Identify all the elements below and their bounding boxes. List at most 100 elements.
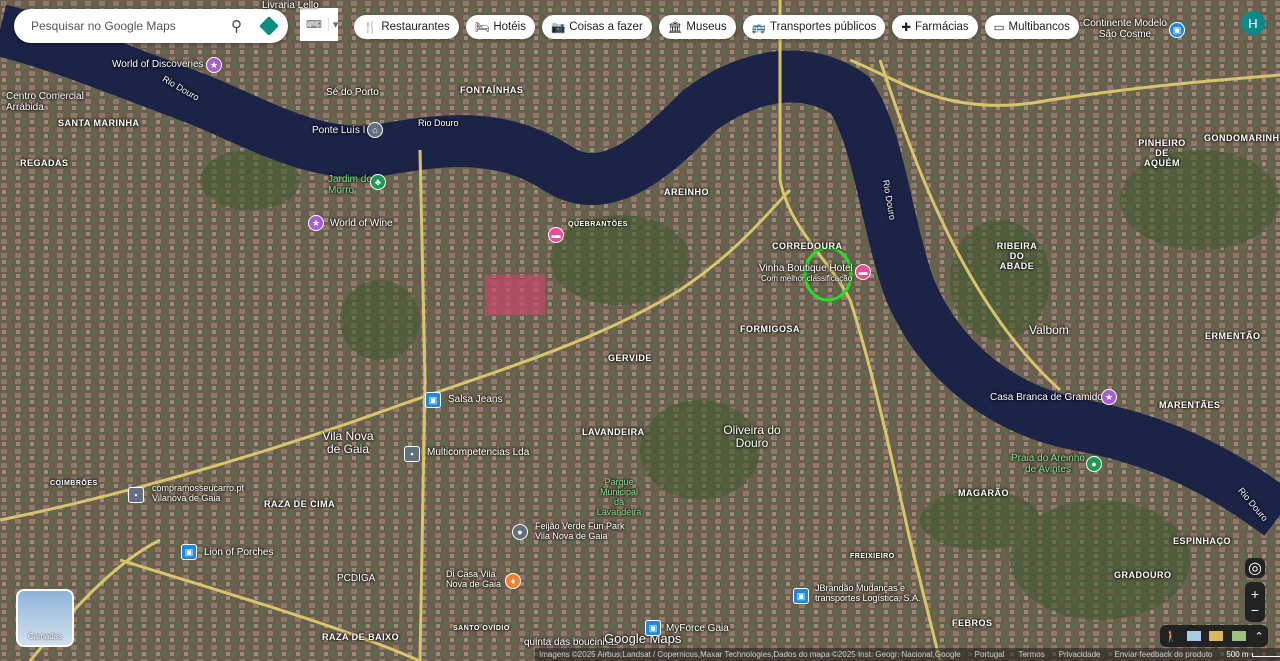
- shop-pin-icon[interactable]: ♦: [505, 573, 521, 589]
- chip-transit[interactable]: 🚌 Transportes públicos: [742, 15, 886, 39]
- feedback-link[interactable]: Enviar feedback do produto: [1115, 650, 1213, 659]
- map-label: ERMENTÃO: [1205, 331, 1261, 341]
- zoom-out-button[interactable]: −: [1251, 602, 1259, 618]
- map-label[interactable]: Ponte Luís I: [312, 125, 365, 136]
- shop-pin-icon[interactable]: ▣: [181, 544, 197, 560]
- map-label: GERVIDE: [608, 353, 652, 363]
- map-label[interactable]: World of Wine: [330, 218, 393, 229]
- category-chips: 🍴 Restaurantes 🛏 Hotéis 📷 Coisas a fazer 🏛 M…: [354, 15, 1079, 39]
- business-pin-icon[interactable]: ▪: [404, 446, 420, 462]
- city-label: Vila Nova de Gaia: [322, 429, 374, 457]
- search-icon[interactable]: ⚲: [231, 17, 242, 35]
- chip-things-to-do[interactable]: 📷 Coisas a fazer: [541, 15, 652, 39]
- directions-icon[interactable]: [259, 16, 279, 36]
- chip-label: Hotéis: [493, 21, 526, 33]
- layers-button[interactable]: Camadas: [16, 589, 74, 647]
- bottom-toolbar: 🚶 ⌃: [1160, 625, 1268, 647]
- map-label[interactable]: PCDIGA: [337, 573, 375, 584]
- chip-museums[interactable]: 🏛 Museus: [658, 15, 736, 39]
- map-label: PINHEIRO DE AQUÉM: [1138, 138, 1186, 168]
- map-label[interactable]: Livraria Lello: [262, 0, 319, 11]
- search-input[interactable]: Pesquisar no Google Maps: [31, 19, 231, 33]
- atm-icon: ▭: [993, 22, 1005, 34]
- map-label: FEBROS: [952, 618, 993, 628]
- account-avatar[interactable]: H: [1241, 11, 1265, 35]
- map-label[interactable]: Casa Branca de Gramido: [990, 392, 1103, 403]
- footer-bar: Imagens ©2025 Airbus,Landsat / Copernicu…: [535, 648, 1280, 661]
- park-label[interactable]: Praia do Areinho de Avintes: [1008, 453, 1088, 475]
- chip-restaurants[interactable]: 🍴 Restaurantes: [354, 15, 459, 39]
- attribution: Imagens ©2025 Airbus,Landsat / Copernicu…: [539, 650, 961, 659]
- map-label: GRADOURO: [1114, 570, 1172, 580]
- my-location-button[interactable]: ◎: [1245, 558, 1265, 578]
- map-label: AREINHO: [664, 187, 710, 197]
- attraction-pin-icon[interactable]: ★: [308, 215, 324, 231]
- terms-link[interactable]: Termos: [1018, 650, 1044, 659]
- map-label: CORREDOURA: [772, 241, 843, 251]
- satellite-thumb[interactable]: [1231, 631, 1246, 641]
- business-pin-icon[interactable]: ▣: [793, 588, 809, 604]
- terrain-thumb[interactable]: [1209, 631, 1224, 641]
- beach-pin-icon[interactable]: ●: [1086, 456, 1102, 472]
- map-label: FORMIGOSA: [740, 324, 800, 334]
- landmark-pin-icon[interactable]: ⌂: [367, 122, 383, 138]
- map-label[interactable]: Centro Comercial Arrábida: [6, 91, 86, 113]
- attraction-pin-icon[interactable]: ★: [206, 57, 222, 73]
- map-label: RIBEIRA DO ABADE: [996, 241, 1038, 271]
- scale-bar[interactable]: 500 m: [1226, 650, 1280, 659]
- zoom-in-button[interactable]: +: [1251, 586, 1259, 602]
- search-box[interactable]: Pesquisar no Google Maps ⚲: [14, 9, 288, 43]
- map-label[interactable]: Jardim do Morro: [328, 174, 372, 196]
- chip-label: Restaurantes: [381, 21, 450, 33]
- imagery-thumb[interactable]: [1186, 631, 1201, 641]
- chip-label: Coisas a fazer: [569, 21, 643, 33]
- map-label: QUEBRANTÕES: [568, 221, 628, 228]
- shop-pin-icon[interactable]: ▣: [1169, 22, 1185, 38]
- chip-atms[interactable]: ▭ Multibancos: [984, 15, 1079, 39]
- chip-pharmacies[interactable]: ✚ Farmácias: [892, 15, 978, 39]
- zoom-controls: + −: [1245, 582, 1265, 622]
- chip-hotels[interactable]: 🛏 Hotéis: [465, 15, 535, 39]
- hotel-pin-icon[interactable]: ▬: [548, 227, 564, 243]
- park-label[interactable]: Parque Municipal da Lavandeira: [594, 477, 644, 518]
- hotel-label[interactable]: Vinha Boutique Hotel: [759, 263, 853, 274]
- map-label[interactable]: Di Casa Vila Nova de Gaia: [446, 569, 506, 590]
- map-label[interactable]: Salsa Jeans: [448, 394, 502, 405]
- map-label[interactable]: MyForce Gaia: [666, 623, 729, 634]
- map-label: SANTA MARINHA: [58, 118, 140, 128]
- location-target-icon: ◎: [1248, 560, 1262, 577]
- map-label: REGADAS: [20, 158, 69, 168]
- business-pin-icon[interactable]: ▪: [128, 487, 144, 503]
- region-link[interactable]: Portugal: [975, 650, 1005, 659]
- map-label[interactable]: compramosseucarro.pt Vilanova de Gaia: [152, 483, 244, 504]
- red-roof-block: [485, 275, 545, 315]
- map-label[interactable]: Multicompetencias Lda: [427, 447, 529, 458]
- attraction-pin-icon[interactable]: ★: [1101, 389, 1117, 405]
- scale-label: 500 m: [1226, 650, 1249, 659]
- pharmacy-icon: ✚: [901, 22, 911, 34]
- map-label: MARENTÃES: [1159, 400, 1221, 410]
- map-label[interactable]: Continente Modelo São Cosme: [1080, 18, 1170, 40]
- pegman-icon[interactable]: 🚶: [1164, 630, 1178, 643]
- chip-label: Transportes públicos: [770, 21, 877, 33]
- map-label[interactable]: Sé do Porto: [326, 87, 379, 98]
- map-label[interactable]: Feijão Verde Fun Park Vila Nova de Gaia: [535, 521, 635, 542]
- map-label[interactable]: Lion of Porches: [204, 547, 274, 558]
- privacy-link[interactable]: Privacidade: [1059, 650, 1101, 659]
- place-pin-icon[interactable]: ●: [512, 524, 528, 540]
- map-label: GONDOMARINHO: [1204, 133, 1280, 143]
- shop-pin-icon[interactable]: ▣: [425, 392, 441, 408]
- chevron-down-icon: ▾: [327, 18, 338, 31]
- expand-chevron-icon[interactable]: ⌃: [1254, 630, 1263, 643]
- map-label[interactable]: World of Discoveries: [112, 59, 204, 70]
- map-label[interactable]: JBrandão Mudanças e transportes Logístic…: [815, 583, 925, 604]
- bus-icon: 🚌: [751, 22, 767, 34]
- gym-pin-icon[interactable]: ▣: [645, 620, 661, 636]
- river-label: Rio Douro: [418, 118, 459, 128]
- hotel-pin-icon[interactable]: ▬: [855, 264, 871, 280]
- map-label: FONTAÍNHAS: [460, 85, 524, 95]
- museum-icon: 🏛: [667, 22, 683, 34]
- input-tools-button[interactable]: ⌨ ▾: [300, 8, 338, 41]
- map-label: LAVANDEIRA: [582, 427, 645, 437]
- park-pin-icon[interactable]: ♣: [370, 174, 386, 190]
